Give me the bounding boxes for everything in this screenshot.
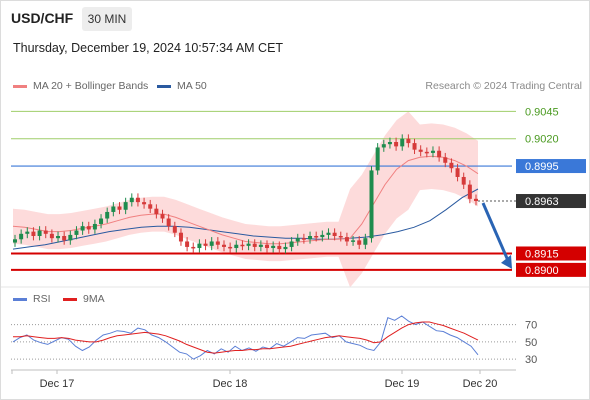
candle-body — [357, 240, 362, 245]
candle-body — [160, 214, 165, 219]
price-candle — [375, 143, 380, 175]
candle-body — [234, 244, 239, 249]
candle-body — [381, 144, 386, 148]
candle-body — [19, 233, 24, 240]
candle-body — [129, 197, 134, 203]
candle-body — [209, 241, 214, 246]
candle-body — [418, 149, 423, 152]
x-tick-label-1: Dec 18 — [213, 378, 248, 390]
x-tick-label-2: Dec 19 — [385, 378, 420, 390]
price-candle — [369, 166, 374, 243]
candle-body — [474, 198, 478, 202]
rsi-tick-30: 30 — [525, 354, 537, 366]
candle-body — [467, 184, 472, 199]
candle-body — [68, 234, 73, 241]
chart-svg: 0.9045 0.9020 0.8995 0.8963 0.8915 0.8900 70 50… — [1, 106, 589, 390]
candle-body — [142, 202, 147, 205]
candle-body — [400, 138, 405, 147]
candle-body — [424, 151, 429, 154]
rsi-tick-70: 70 — [525, 320, 537, 332]
candle-body — [461, 176, 466, 185]
candle-body — [283, 246, 288, 250]
candle-body — [148, 204, 153, 209]
candle-body — [74, 230, 79, 235]
candle-body — [215, 241, 220, 245]
candle-body — [387, 142, 392, 145]
candle-body — [308, 236, 313, 240]
x-tick-label-0: Dec 17 — [40, 378, 75, 390]
candle-body — [265, 244, 270, 249]
candle-body — [344, 237, 349, 242]
candle-body — [394, 142, 399, 147]
level-label-0.8900: 0.8900 — [525, 265, 559, 277]
candle-body — [178, 232, 183, 242]
candle-body — [338, 236, 343, 238]
level-label-0.8995: 0.8995 — [525, 161, 559, 173]
candle-body — [375, 147, 380, 171]
candle-body — [56, 236, 61, 239]
candle-body — [49, 233, 54, 239]
candle-body — [449, 162, 454, 169]
candle-body — [117, 206, 122, 210]
candle-body — [191, 246, 196, 249]
level-label-0.9020: 0.9020 — [525, 134, 559, 146]
candle-body — [135, 197, 140, 203]
candle-body — [228, 246, 233, 249]
candle-body — [252, 243, 257, 247]
candle-body — [412, 143, 417, 150]
candle-body — [154, 208, 159, 215]
rsi-ma9-line — [13, 321, 479, 354]
level-label-0.8915: 0.8915 — [525, 248, 559, 260]
candle-body — [99, 218, 104, 224]
candle-body — [430, 150, 435, 153]
candle-body — [92, 223, 97, 230]
candle-body — [295, 238, 300, 242]
candle-body — [221, 244, 226, 247]
candle-body — [320, 234, 325, 238]
candle-body — [332, 232, 337, 236]
rsi-tick-50: 50 — [525, 337, 537, 349]
candle-body — [86, 226, 91, 230]
candle-body — [13, 239, 17, 243]
candle-body — [166, 218, 171, 227]
candle-body — [406, 138, 411, 144]
candle-body — [443, 157, 448, 163]
candle-body — [25, 231, 30, 234]
candle-body — [351, 240, 356, 242]
candle-body — [314, 236, 319, 238]
candle-body — [197, 243, 202, 249]
candle-body — [185, 241, 190, 247]
price-candle — [191, 242, 196, 253]
level-label-0.8963: 0.8963 — [525, 196, 559, 208]
x-tick-label-3: Dec 20 — [463, 378, 498, 390]
candle-body — [455, 168, 460, 177]
candle-body — [363, 238, 368, 245]
candle-body — [80, 226, 85, 231]
candle-body — [271, 245, 276, 249]
candle-body — [258, 244, 263, 247]
level-label-0.9045: 0.9045 — [525, 106, 559, 118]
candle-body — [203, 243, 208, 246]
candle-body — [172, 226, 177, 233]
candle-body — [31, 231, 36, 236]
rsi-line — [12, 315, 479, 360]
candle-body — [111, 206, 116, 212]
candle-body — [123, 202, 128, 210]
candle-body — [240, 244, 245, 247]
candle-body — [326, 232, 331, 235]
candle-body — [43, 230, 48, 234]
candle-body — [369, 170, 374, 239]
candle-body — [301, 238, 306, 240]
candle-body — [37, 230, 42, 236]
candle-body — [246, 243, 251, 246]
candle-body — [289, 241, 294, 247]
candle-body — [437, 150, 442, 158]
candle-body — [277, 245, 282, 250]
candle-body — [62, 236, 67, 241]
candle-body — [105, 211, 110, 219]
